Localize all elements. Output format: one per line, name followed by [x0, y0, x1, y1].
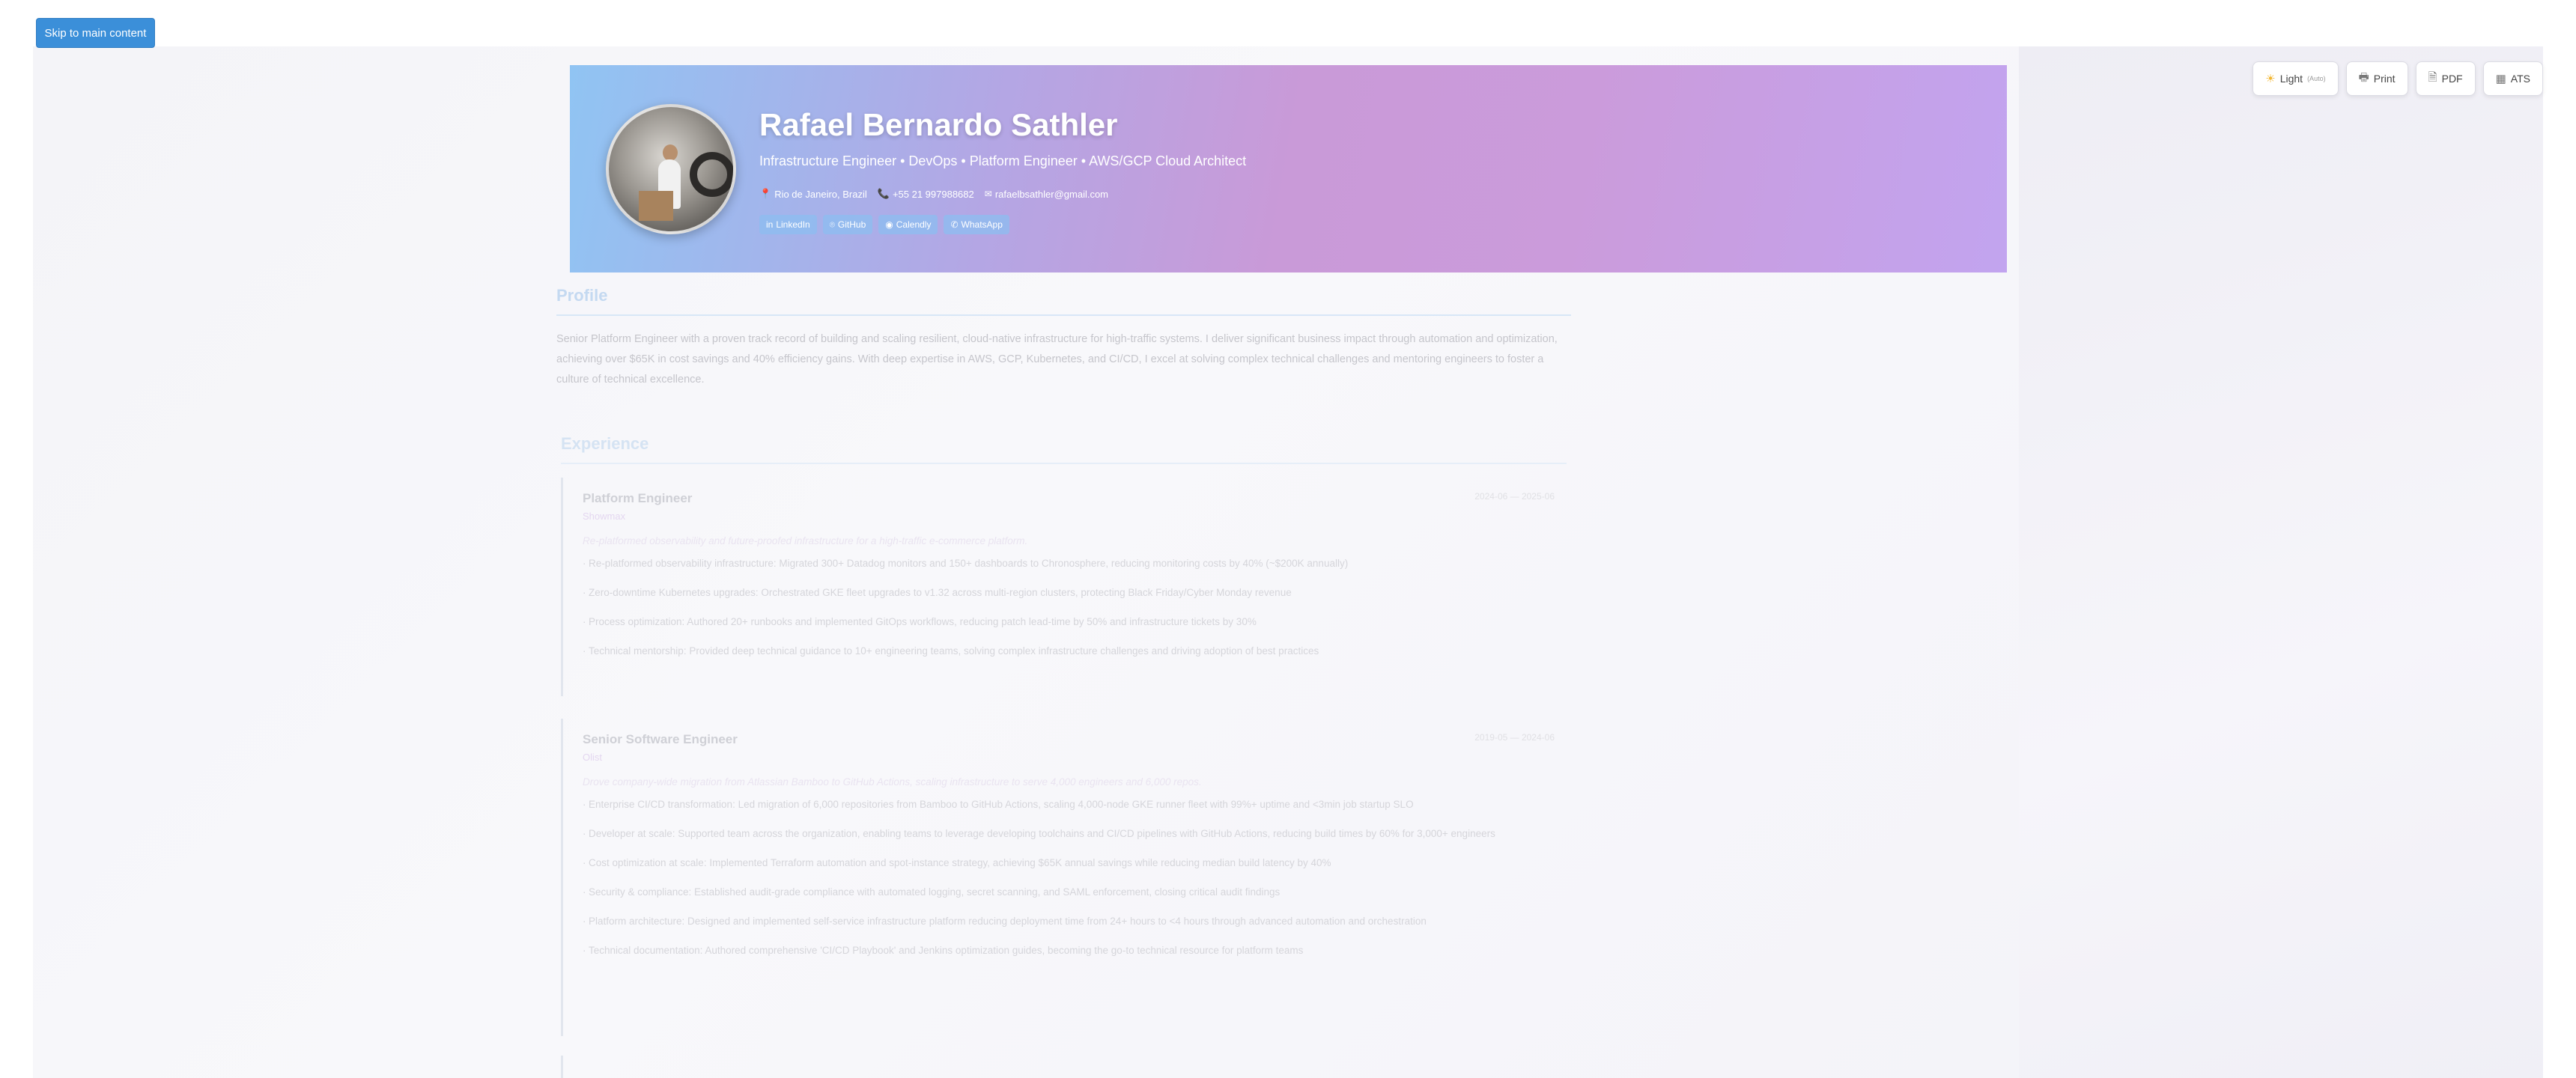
- email-item[interactable]: ✉ rafaelbsathler@gmail.com: [985, 188, 1108, 200]
- calendly-link[interactable]: ◉ Calendly: [878, 215, 938, 234]
- job-bullet: Technical documentation: Authored compre…: [583, 941, 1567, 960]
- social-links: in LinkedIn ⌾ GitHub ◉ Calendly ✆ WhatsA…: [759, 215, 1009, 234]
- ats-label: ATS: [2510, 73, 2530, 85]
- job-role: Senior Software Engineer: [583, 732, 738, 746]
- job-bullet: Cost optimization at scale: Implemented …: [583, 853, 1567, 872]
- linkedin-label: LinkedIn: [776, 219, 810, 230]
- experience-item: Platform Engineer Showmax 2024-06 — 2025…: [561, 478, 1567, 696]
- linkedin-link[interactable]: in LinkedIn: [759, 215, 817, 234]
- job-dates: 2019-05 — 2024-06: [1474, 732, 1555, 743]
- job-bullet: Technical mentorship: Provided deep tech…: [583, 642, 1567, 660]
- job-bullet: Re-platformed observability infrastructu…: [583, 554, 1567, 573]
- sun-icon: ☀: [2265, 73, 2276, 85]
- job-bullet: Platform architecture: Designed and impl…: [583, 912, 1567, 931]
- pdf-label: PDF: [2441, 73, 2463, 85]
- location-text: Rio de Janeiro, Brazil: [774, 188, 867, 200]
- job-summary: Re-platformed observability and future-p…: [583, 535, 1028, 546]
- printer-icon: 🖶: [2358, 70, 2369, 84]
- mail-icon: ✉: [984, 189, 992, 199]
- phone-text: +55 21 997988682: [892, 188, 974, 200]
- theme-label: Light: [2279, 73, 2303, 85]
- grid-document-icon: ▦: [2495, 73, 2506, 85]
- theme-toggle-button[interactable]: ☀ Light (Auto): [2253, 61, 2339, 96]
- linkedin-icon: in: [766, 219, 774, 230]
- skip-to-content-link[interactable]: Skip to main content: [36, 18, 155, 48]
- phone-item[interactable]: 📞 +55 21 997988682: [878, 188, 974, 200]
- whatsapp-link[interactable]: ✆ WhatsApp: [944, 215, 1009, 234]
- location-item: 📍 Rio de Janeiro, Brazil: [759, 188, 867, 200]
- toolbar: ☀ Light (Auto) 🖶 Print 🗎 PDF ▦ ATS: [2253, 61, 2543, 96]
- ats-button[interactable]: ▦ ATS: [2482, 61, 2543, 96]
- profile-name: Rafael Bernardo Sathler: [759, 107, 1118, 142]
- experience-item: Senior Software Engineer Olist 2019-05 —…: [561, 719, 1567, 1036]
- side-panel: [2019, 46, 2543, 1078]
- job-bullet: Security & compliance: Established audit…: [583, 883, 1567, 901]
- theme-sub-label: (Auto): [2307, 75, 2326, 82]
- profile-headline: Infrastructure Engineer • DevOps • Platf…: [759, 153, 1247, 168]
- github-label: GitHub: [837, 219, 866, 230]
- job-bullet: Developer at scale: Supported team acros…: [583, 824, 1567, 843]
- job-company: Olist: [583, 752, 602, 763]
- hero-banner: Rafael Bernardo Sathler Infrastructure E…: [570, 65, 2007, 272]
- job-role: Platform Engineer: [583, 491, 693, 505]
- location-pin-icon: 📍: [759, 188, 772, 199]
- experience-item: [561, 1056, 1567, 1078]
- profile-summary: Senior Platform Engineer with a proven t…: [556, 333, 1558, 386]
- job-dates: 2024-06 — 2025-06: [1474, 491, 1555, 502]
- document-icon: 🗎: [2428, 70, 2437, 84]
- avatar: [606, 104, 736, 234]
- profile-heading: Profile: [556, 286, 608, 305]
- print-button[interactable]: 🖶 Print: [2345, 61, 2408, 96]
- whatsapp-label: WhatsApp: [961, 219, 1003, 230]
- phone-icon: 📞: [877, 188, 890, 199]
- calendly-icon: ◉: [885, 219, 893, 230]
- github-link[interactable]: ⌾ GitHub: [822, 215, 873, 234]
- job-bullet: Enterprise CI/CD transformation: Led mig…: [583, 795, 1567, 814]
- job-summary: Drove company-wide migration from Atlass…: [583, 776, 1202, 788]
- pdf-button[interactable]: 🗎 PDF: [2415, 61, 2476, 96]
- whatsapp-icon: ✆: [950, 219, 959, 230]
- job-bullet: Process optimization: Authored 20+ runbo…: [583, 612, 1567, 631]
- print-label: Print: [2373, 73, 2396, 85]
- job-company: Showmax: [583, 511, 626, 522]
- job-bullet: Zero-downtime Kubernetes upgrades: Orche…: [583, 583, 1567, 602]
- github-icon: ⌾: [829, 219, 835, 230]
- experience-heading: Experience: [561, 434, 649, 453]
- email-text: rafaelbsathler@gmail.com: [994, 188, 1109, 200]
- experience-divider: [561, 463, 1567, 464]
- contact-info: 📍 Rio de Janeiro, Brazil 📞 +55 21 997988…: [759, 188, 1108, 200]
- profile-divider: [556, 314, 1571, 316]
- calendly-label: Calendly: [896, 219, 932, 230]
